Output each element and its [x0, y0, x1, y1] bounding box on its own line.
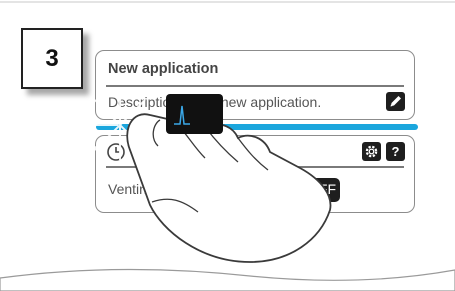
- help-button[interactable]: ?: [386, 142, 405, 161]
- step-number-badge: 3: [21, 28, 83, 89]
- clock-icon: [107, 143, 125, 161]
- application-card[interactable]: New application Description of the new a…: [95, 50, 415, 120]
- toggle-state-label: OFF: [308, 181, 336, 197]
- spike-waveform-icon: [174, 105, 190, 125]
- question-icon: ?: [391, 144, 400, 159]
- edit-button[interactable]: [386, 92, 405, 111]
- venting-card[interactable]: ? Venting OFF: [95, 135, 415, 213]
- title-divider: [106, 85, 404, 87]
- selection-indicator-bar: [96, 124, 418, 130]
- pencil-icon: [390, 96, 401, 107]
- preview-thumbnail: [166, 94, 223, 134]
- application-title: New application: [108, 61, 219, 77]
- gear-icon: [365, 145, 378, 158]
- settings-button[interactable]: [362, 142, 381, 161]
- venting-divider: [106, 166, 404, 168]
- venting-label: Venting: [108, 181, 155, 197]
